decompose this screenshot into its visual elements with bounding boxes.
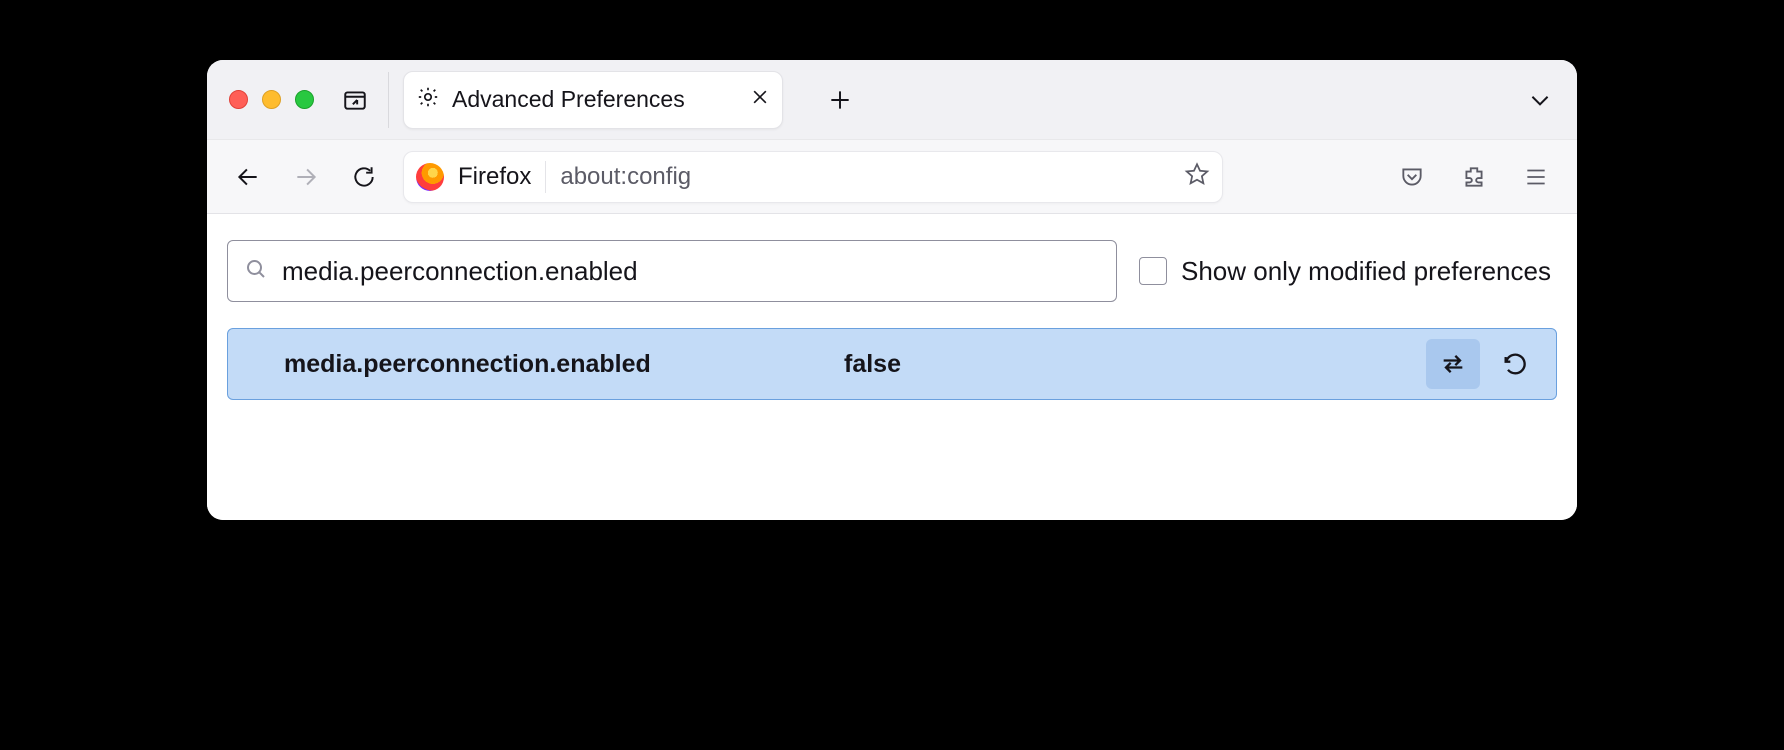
window-controls-group: [229, 81, 374, 119]
tab-close-button[interactable]: [750, 87, 770, 112]
search-icon: [244, 257, 268, 286]
bookmark-button[interactable]: [1184, 161, 1210, 192]
preference-name: media.peerconnection.enabled: [284, 350, 824, 379]
window-minimize-button[interactable]: [262, 90, 281, 109]
page-content: Show only modified preferences media.pee…: [207, 214, 1577, 520]
urlbar-address: about:config: [560, 163, 691, 191]
app-menu-button[interactable]: [1517, 158, 1555, 196]
browser-window: Advanced Preferences Firefox about:confi…: [207, 60, 1577, 520]
toggle-button[interactable]: [1426, 339, 1480, 389]
preference-row[interactable]: media.peerconnection.enabled false: [227, 328, 1557, 400]
tab-title: Advanced Preferences: [452, 86, 738, 113]
show-modified-checkbox[interactable]: [1139, 257, 1167, 285]
show-modified-label: Show only modified preferences: [1181, 256, 1551, 287]
forward-button[interactable]: [287, 158, 325, 196]
sidebar-toggle-button[interactable]: [336, 81, 374, 119]
show-modified-only[interactable]: Show only modified preferences: [1139, 256, 1551, 287]
traffic-lights: [229, 90, 314, 109]
urlbar-separator: [545, 161, 546, 193]
back-button[interactable]: [229, 158, 267, 196]
pocket-button[interactable]: [1393, 158, 1431, 196]
window-zoom-button[interactable]: [295, 90, 314, 109]
tabstrip-separator: [388, 72, 389, 128]
window-close-button[interactable]: [229, 90, 248, 109]
preference-value: false: [844, 350, 1406, 379]
extensions-button[interactable]: [1455, 158, 1493, 196]
reload-button[interactable]: [345, 158, 383, 196]
urlbar-brand: Firefox: [458, 163, 531, 191]
titlebar: Advanced Preferences: [207, 60, 1577, 140]
navbar: Firefox about:config: [207, 140, 1577, 214]
tabs-dropdown-button[interactable]: [1521, 81, 1559, 119]
gear-icon: [416, 85, 440, 114]
url-bar[interactable]: Firefox about:config: [403, 151, 1223, 203]
browser-tab[interactable]: Advanced Preferences: [403, 71, 783, 129]
new-tab-button[interactable]: [821, 81, 859, 119]
config-searchbox[interactable]: [227, 240, 1117, 302]
firefox-logo-icon: [416, 163, 444, 191]
config-search-input[interactable]: [282, 256, 1100, 287]
reset-button[interactable]: [1488, 339, 1542, 389]
preference-actions: [1426, 339, 1542, 389]
navbar-right: [1393, 158, 1555, 196]
config-toolbar: Show only modified preferences: [227, 240, 1557, 302]
